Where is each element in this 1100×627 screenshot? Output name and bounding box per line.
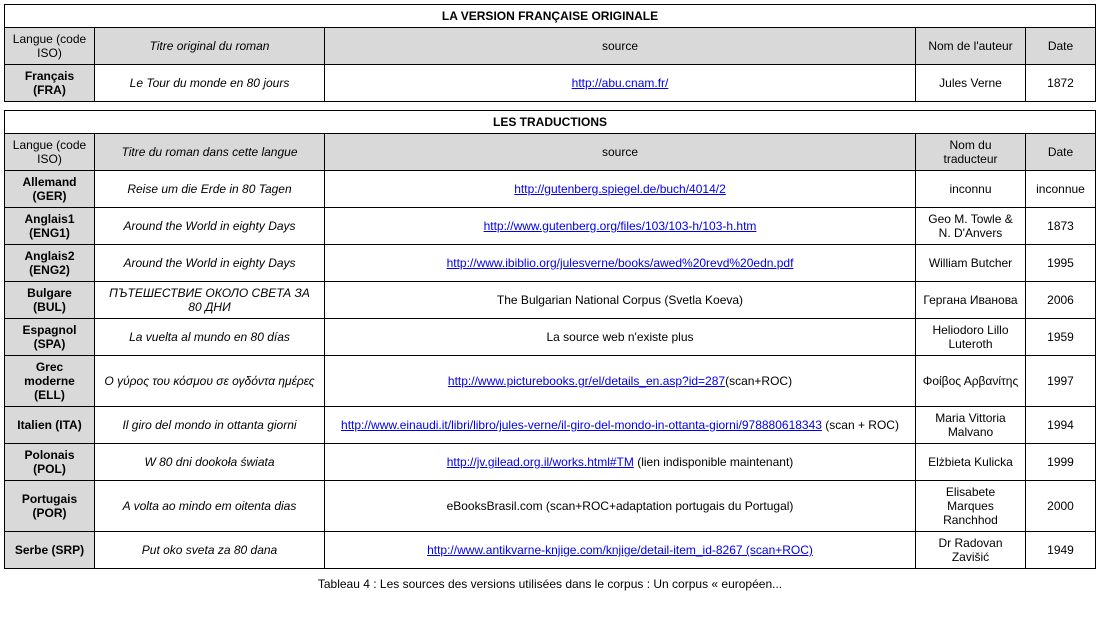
title-cell: Il giro del mondo in ottanta giorni (95, 407, 325, 444)
name-cell: Dr Radovan Zavišić (916, 532, 1026, 569)
lang-cell: Polonais (POL) (5, 444, 95, 481)
table-row: Serbe (SRP)Put oko sveta za 80 dana http:… (5, 532, 1096, 569)
hdr-source: source (325, 134, 916, 171)
table-row: Polonais (POL)W 80 dni dookoła światahtt… (5, 444, 1096, 481)
title-cell: Reise um die Erde in 80 Tagen (95, 171, 325, 208)
source-cell: http://www.gutenberg.org/files/103/103-h… (325, 208, 916, 245)
name-cell: Geo M. Towle & N. D'Anvers (916, 208, 1026, 245)
source-extra: (scan+ROC) (725, 374, 792, 388)
table-row: Anglais2 (ENG2)Around the World in eight… (5, 245, 1096, 282)
source-cell: http://www.antikvarne-knjige.com/knjige/… (325, 532, 916, 569)
title-cell: La vuelta al mundo en 80 días (95, 319, 325, 356)
title-cell: W 80 dni dookoła świata (95, 444, 325, 481)
title-cell: A volta ao mindo em oitenta dias (95, 481, 325, 532)
name-cell: Maria Vittoria Malvano (916, 407, 1026, 444)
table-caption: Tableau 4 : Les sources des versions uti… (4, 577, 1096, 591)
source-cell: The Bulgarian National Corpus (Svetla Ko… (325, 282, 916, 319)
title-cell: Le Tour du monde en 80 jours (95, 65, 325, 102)
source-cell: La source web n'existe plus (325, 319, 916, 356)
table2-title: LES TRADUCTIONS (5, 111, 1096, 134)
table-row: Italien (ITA)Il giro del mondo in ottant… (5, 407, 1096, 444)
hdr-date: Date (1026, 28, 1096, 65)
hdr-nom: Nom du traducteur (916, 134, 1026, 171)
hdr-langue: Langue (code ISO) (5, 134, 95, 171)
source-link[interactable]: http://abu.cnam.fr/ (572, 76, 669, 90)
title-cell: Around the World in eighty Days (95, 208, 325, 245)
table2-header-row: Langue (code ISO) Titre du roman dans ce… (5, 134, 1096, 171)
name-cell: inconnu (916, 171, 1026, 208)
lang-cell: Anglais1 (ENG1) (5, 208, 95, 245)
source-cell: http://jv.gilead.org.il/works.html#TM (l… (325, 444, 916, 481)
source-cell: http://www.ibiblio.org/julesverne/books/… (325, 245, 916, 282)
name-cell: Jules Verne (916, 65, 1026, 102)
date-cell: 1995 (1026, 245, 1096, 282)
date-cell: 2006 (1026, 282, 1096, 319)
table-row: Portugais (POR)A volta ao mindo em oiten… (5, 481, 1096, 532)
table-translations: LES TRADUCTIONS Langue (code ISO) Titre … (4, 110, 1096, 569)
source-link[interactable]: http://jv.gilead.org.il/works.html#TM (447, 455, 634, 469)
table-row: Espagnol (SPA)La vuelta al mundo en 80 d… (5, 319, 1096, 356)
source-extra: eBooksBrasil.com (scan+ROC+adaptation po… (447, 499, 794, 513)
hdr-date: Date (1026, 134, 1096, 171)
title-cell: ПЪТЕШЕСТВИЕ ОКОЛО СВЕТА ЗА 80 ДНИ (95, 282, 325, 319)
source-extra: The Bulgarian National Corpus (Svetla Ko… (497, 293, 743, 307)
table-row: Français (FRA)Le Tour du monde en 80 jou… (5, 65, 1096, 102)
name-cell: Гергана Иванова (916, 282, 1026, 319)
source-cell: http://www.einaudi.it/libri/libro/jules-… (325, 407, 916, 444)
name-cell: Heliodoro Lillo Luteroth (916, 319, 1026, 356)
name-cell: William Butcher (916, 245, 1026, 282)
lang-cell: Portugais (POR) (5, 481, 95, 532)
title-cell: Around the World in eighty Days (95, 245, 325, 282)
lang-cell: Espagnol (SPA) (5, 319, 95, 356)
source-link[interactable]: http://www.antikvarne-knjige.com/knjige/… (427, 543, 813, 557)
table1-title-row: LA VERSION FRANÇAISE ORIGINALE (5, 5, 1096, 28)
source-cell: http://gutenberg.spiegel.de/buch/4014/2 (325, 171, 916, 208)
table-row: Allemand (GER)Reise um die Erde in 80 Ta… (5, 171, 1096, 208)
lang-cell: Serbe (SRP) (5, 532, 95, 569)
source-link[interactable]: http://www.einaudi.it/libri/libro/jules-… (341, 418, 822, 432)
title-cell: Ο γύρος του κόσμου σε ογδόντα ημέρες (95, 356, 325, 407)
date-cell: 1873 (1026, 208, 1096, 245)
table2-title-row: LES TRADUCTIONS (5, 111, 1096, 134)
lang-cell: Grec moderne (ELL) (5, 356, 95, 407)
date-cell: 1997 (1026, 356, 1096, 407)
hdr-titre: Titre du roman dans cette langue (95, 134, 325, 171)
source-extra: La source web n'existe plus (546, 330, 693, 344)
date-cell: 1949 (1026, 532, 1096, 569)
date-cell: 1999 (1026, 444, 1096, 481)
source-link[interactable]: http://www.gutenberg.org/files/103/103-h… (484, 219, 757, 233)
source-extra: (lien indisponible maintenant) (634, 455, 793, 469)
hdr-source: source (325, 28, 916, 65)
lang-cell: Italien (ITA) (5, 407, 95, 444)
name-cell: Elżbieta Kulicka (916, 444, 1026, 481)
lang-cell: Anglais2 (ENG2) (5, 245, 95, 282)
table-row: Anglais1 (ENG1)Around the World in eight… (5, 208, 1096, 245)
lang-cell: Bulgare (BUL) (5, 282, 95, 319)
table-row: Grec moderne (ELL)Ο γύρος του κόσμου σε … (5, 356, 1096, 407)
date-cell: 1959 (1026, 319, 1096, 356)
name-cell: Elisabete Marques Ranchhod (916, 481, 1026, 532)
table1-title: LA VERSION FRANÇAISE ORIGINALE (5, 5, 1096, 28)
source-link[interactable]: http://www.picturebooks.gr/el/details_en… (448, 374, 725, 388)
source-cell: http://www.picturebooks.gr/el/details_en… (325, 356, 916, 407)
title-cell: Put oko sveta za 80 dana (95, 532, 325, 569)
lang-cell: Français (FRA) (5, 65, 95, 102)
table1-header-row: Langue (code ISO) Titre original du roma… (5, 28, 1096, 65)
date-cell: 1994 (1026, 407, 1096, 444)
source-link[interactable]: http://www.ibiblio.org/julesverne/books/… (447, 256, 794, 270)
name-cell: Φοίβος Αρβανίτης (916, 356, 1026, 407)
table-original: LA VERSION FRANÇAISE ORIGINALE Langue (c… (4, 4, 1096, 102)
source-extra: (scan + ROC) (822, 418, 899, 432)
date-cell: 1872 (1026, 65, 1096, 102)
lang-cell: Allemand (GER) (5, 171, 95, 208)
source-link[interactable]: http://gutenberg.spiegel.de/buch/4014/2 (514, 182, 726, 196)
table-row: Bulgare (BUL)ПЪТЕШЕСТВИЕ ОКОЛО СВЕТА ЗА … (5, 282, 1096, 319)
date-cell: 2000 (1026, 481, 1096, 532)
hdr-titre: Titre original du roman (95, 28, 325, 65)
source-cell: http://abu.cnam.fr/ (325, 65, 916, 102)
hdr-langue: Langue (code ISO) (5, 28, 95, 65)
source-cell: eBooksBrasil.com (scan+ROC+adaptation po… (325, 481, 916, 532)
date-cell: inconnue (1026, 171, 1096, 208)
hdr-nom: Nom de l'auteur (916, 28, 1026, 65)
